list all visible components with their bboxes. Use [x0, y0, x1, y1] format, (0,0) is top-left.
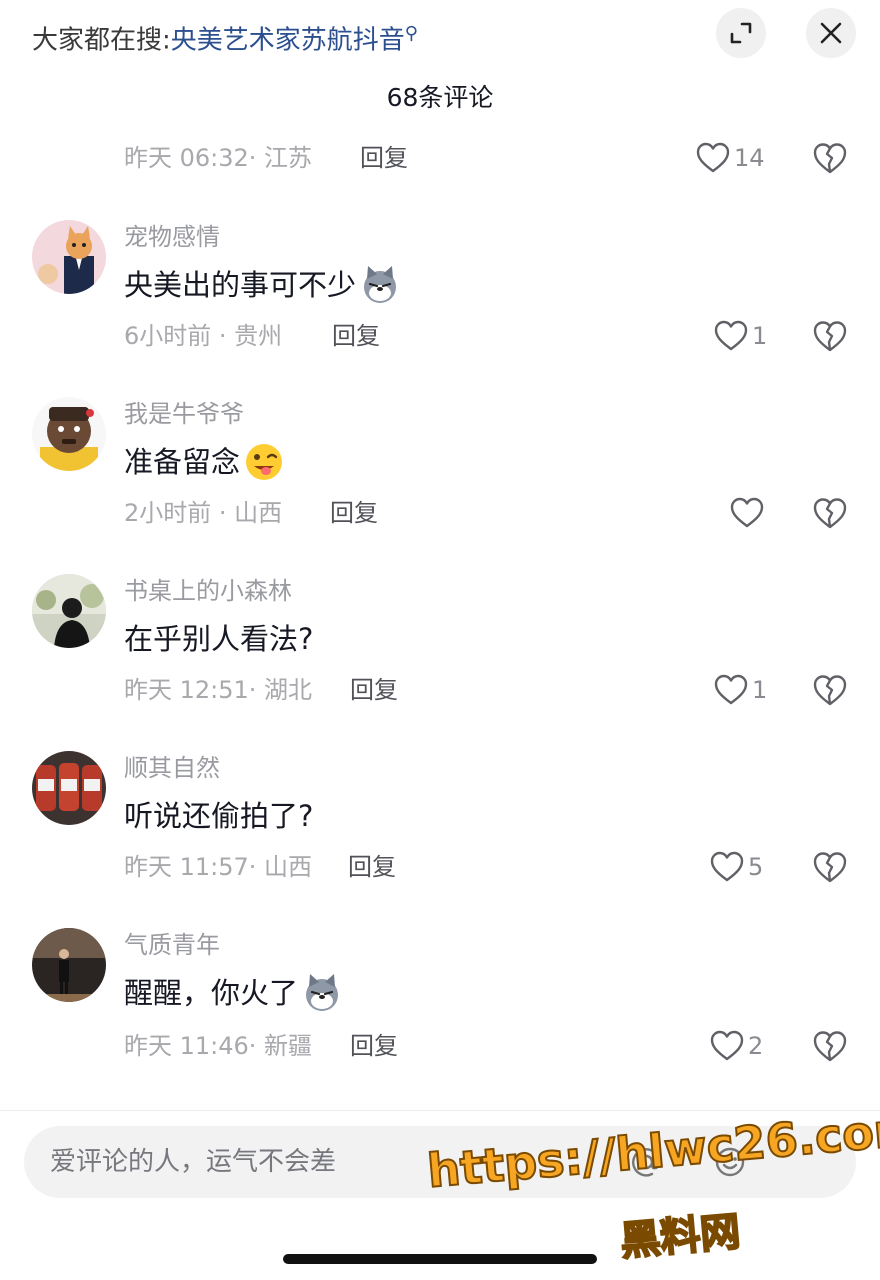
- like-button[interactable]: 14: [696, 140, 765, 176]
- broken-heart-icon[interactable]: [812, 495, 848, 531]
- hot-search-term[interactable]: 央美艺术家苏航抖音: [171, 26, 405, 56]
- comment-text-row: 在乎别人看法?: [124, 618, 313, 660]
- comment-time-location: 2小时前 · 山西: [124, 499, 283, 527]
- comment-username[interactable]: 气质青年: [124, 928, 220, 962]
- heart-icon: [710, 851, 744, 882]
- comment-time-location: 昨天 12:51· 湖北: [124, 676, 313, 704]
- avatar[interactable]: [32, 397, 106, 471]
- comment-item: 我是牛爷爷 准备留念 2小时前 · 山西 回复: [0, 397, 880, 567]
- avatar[interactable]: [32, 220, 106, 294]
- like-count: 14: [734, 144, 765, 172]
- like-button[interactable]: 1: [714, 672, 767, 708]
- like-count: 2: [748, 1032, 764, 1060]
- broken-heart-icon[interactable]: [812, 672, 848, 708]
- comment-time-location: 昨天 11:46· 新疆: [124, 1032, 313, 1060]
- comment-text-row: 央美出的事可不少: [124, 264, 400, 306]
- hot-search-prefix: 大家都在搜:: [32, 25, 171, 56]
- reply-button[interactable]: 回复: [330, 495, 378, 531]
- comment-text-row: 醒醒，你火了: [124, 972, 342, 1014]
- like-count: 5: [748, 853, 764, 881]
- heart-icon: [714, 320, 748, 351]
- reply-button[interactable]: 回复: [360, 140, 408, 176]
- heart-icon: [714, 674, 748, 705]
- watermark: https://hlwc26.com 黑料网: [424, 1100, 880, 1270]
- wink-tongue-emoji-icon: [246, 444, 283, 480]
- comment-time-location: 昨天 11:57· 山西: [124, 853, 313, 881]
- heart-icon: [730, 497, 764, 528]
- comment-meta-row: 昨天 11:46· 新疆 回复 2: [124, 1028, 880, 1064]
- avatar[interactable]: [32, 751, 106, 825]
- comment-text: 醒醒，你火了: [124, 976, 299, 1010]
- comment-username[interactable]: 书桌上的小森林: [124, 574, 292, 608]
- comment-meta-row: 6小时前 · 贵州 回复 1: [124, 318, 880, 354]
- comment-username[interactable]: 我是牛爷爷: [124, 397, 244, 431]
- comment-text: 听说还偷拍了?: [124, 799, 314, 833]
- search-icon: ⚲: [404, 23, 418, 44]
- hot-search-bar[interactable]: 大家都在搜:央美艺术家苏航抖音⚲: [32, 14, 418, 61]
- comment-item: 宠物感情 央美出的事可不少 6小时前 · 贵州 回复 1: [0, 220, 880, 390]
- reply-button[interactable]: 回复: [350, 1028, 398, 1064]
- home-indicator[interactable]: [283, 1254, 597, 1264]
- comment-item: 书桌上的小森林 在乎别人看法? 昨天 12:51· 湖北 回复 1: [0, 574, 880, 744]
- like-button[interactable]: 1: [714, 318, 767, 354]
- expand-icon: [730, 22, 752, 44]
- comment-item: 顺其自然 听说还偷拍了? 昨天 11:57· 山西 回复 5: [0, 751, 880, 921]
- comment-input-placeholder: 爱评论的人，运气不会差: [50, 1147, 337, 1177]
- wolf-emoji-icon: [364, 266, 397, 303]
- comment-item: 气质青年 醒醒，你火了 昨天 11:46· 新疆 回复 2: [0, 928, 880, 1098]
- expand-button[interactable]: [716, 8, 766, 58]
- avatar[interactable]: [32, 574, 106, 648]
- watermark-url: https://hlwc26.com: [424, 1100, 880, 1199]
- avatar[interactable]: [32, 928, 106, 1002]
- comments-panel: 大家都在搜:央美艺术家苏航抖音⚲ 68条评论 昨天 06:32· 江苏 回复 1…: [0, 0, 880, 1280]
- like-button[interactable]: 2: [710, 1028, 763, 1064]
- comment-username[interactable]: 顺其自然: [124, 751, 220, 785]
- comment-time-location: 6小时前 · 贵州: [124, 322, 283, 350]
- broken-heart-icon[interactable]: [812, 1028, 848, 1064]
- broken-heart-icon[interactable]: [812, 140, 848, 176]
- comment-count-title: 68条评论: [386, 83, 494, 112]
- comment-username[interactable]: 宠物感情: [124, 220, 220, 254]
- comment-meta-row: 昨天 11:57· 山西 回复 5: [124, 849, 880, 885]
- broken-heart-icon[interactable]: [812, 318, 848, 354]
- bottom-divider: [0, 1110, 880, 1111]
- comment-meta-row: 昨天 06:32· 江苏 回复 14: [124, 140, 880, 176]
- heart-icon: [696, 142, 730, 173]
- like-count: 1: [752, 676, 768, 704]
- heart-icon: [710, 1030, 744, 1061]
- reply-button[interactable]: 回复: [348, 849, 396, 885]
- comment-time-location: 昨天 06:32· 江苏: [124, 144, 313, 172]
- like-button[interactable]: 5: [710, 849, 763, 885]
- broken-heart-icon[interactable]: [812, 849, 848, 885]
- like-count: 1: [752, 322, 768, 350]
- comment-text: 央美出的事可不少: [124, 268, 357, 302]
- like-button[interactable]: [730, 495, 768, 531]
- comment-meta-row: 2小时前 · 山西 回复: [124, 495, 880, 531]
- comment-text: 在乎别人看法?: [124, 622, 314, 656]
- reply-button[interactable]: 回复: [350, 672, 398, 708]
- comment-text-row: 听说还偷拍了?: [124, 795, 313, 837]
- comment-meta-row: 昨天 12:51· 湖北 回复 1: [124, 672, 880, 708]
- comment-text-row: 准备留念: [124, 441, 284, 483]
- watermark-site: 黑料网: [618, 1208, 744, 1266]
- close-button[interactable]: [806, 8, 856, 58]
- close-icon: [820, 22, 842, 44]
- comment-text: 准备留念: [124, 445, 241, 479]
- wolf-emoji-icon: [306, 974, 339, 1011]
- reply-button[interactable]: 回复: [332, 318, 380, 354]
